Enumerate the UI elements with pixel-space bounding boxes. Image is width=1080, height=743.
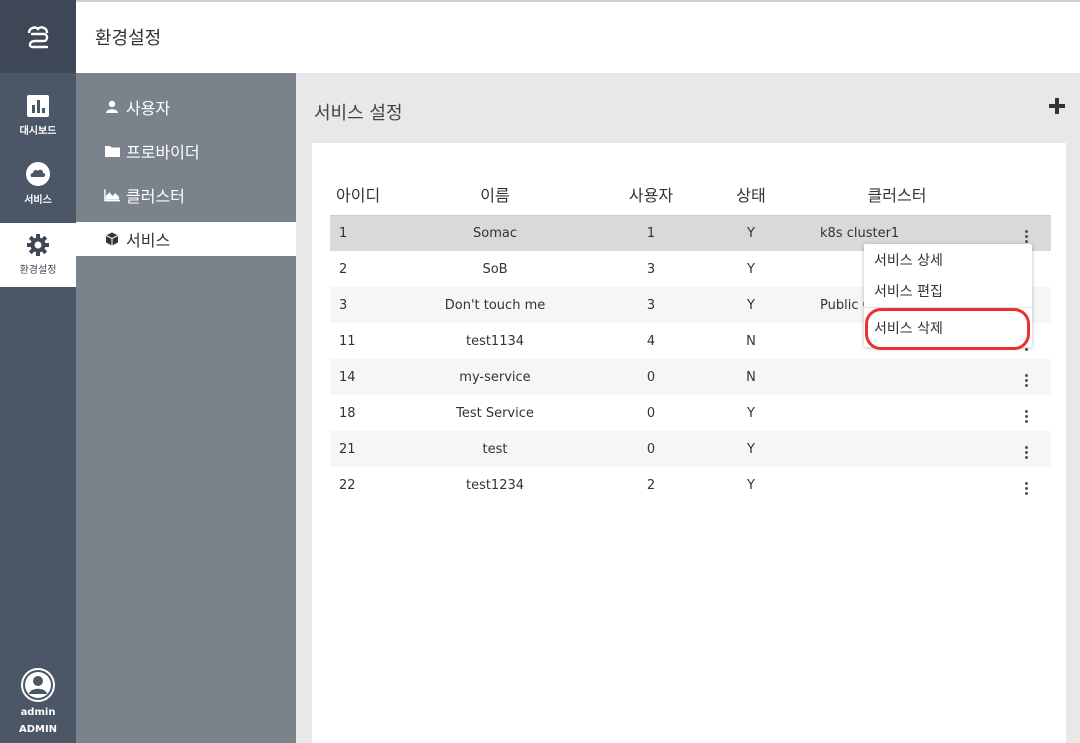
left-rail: 대시보드 서비스 환경설정 admin ADMIN [0,0,76,743]
cell-name: my-service [398,359,592,395]
cell-cluster [792,359,1002,395]
rail-item-label: 환경설정 [19,265,57,276]
column-header-id[interactable]: 아이디 [330,173,398,215]
plus-icon [1049,98,1065,114]
cell-id: 22 [339,477,356,493]
main-content: 서비스 설정 아이디 이름 사용자 상태 클러스터 1 Somac 1 Y k8… [296,73,1080,743]
rail-item-dashboard[interactable]: 대시보드 [0,84,76,148]
cell-id: 11 [339,333,356,349]
rail-item-services[interactable]: 서비스 [0,152,76,216]
kebab-icon [1021,229,1033,245]
user-role: ADMIN [18,724,58,735]
subnav-item-label: 사용자 [126,99,171,118]
cell-users: 0 [592,431,710,467]
page-header-title: 환경설정 [95,28,162,49]
cell-name: SoB [482,261,508,277]
cell-users: 4 [646,333,656,349]
subnav-item-label: 서비스 [126,231,171,250]
area-chart-icon [104,187,120,203]
cell-status: Y [747,261,755,277]
cell-users: 3 [592,287,710,323]
rail-item-settings[interactable]: 환경설정 [0,223,76,287]
table-row[interactable]: 18 Test Service 0 Y [330,395,1051,431]
cell-status: N [746,333,756,349]
app-logo[interactable] [0,0,76,73]
cell-id: 1 [330,215,398,251]
rail-item-label: 서비스 [24,195,52,206]
menu-item-service-detail[interactable]: 서비스 상세 [864,245,1032,275]
table-row[interactable]: 21 test 0 Y [330,431,1051,467]
kebab-icon [1021,444,1033,460]
column-header-name[interactable]: 이름 [398,173,592,215]
column-header-users[interactable]: 사용자 [592,173,710,215]
subnav-item-providers[interactable]: 프로바이더 [76,134,296,168]
row-context-menu: 서비스 상세 서비스 편집 서비스 삭제 [864,244,1032,347]
kebab-icon [1021,480,1033,496]
add-service-button[interactable] [1048,97,1068,117]
row-menu-button[interactable] [1002,467,1051,503]
subnav-item-label: 클러스터 [126,187,185,206]
settings-subnav: 사용자 프로바이더 클러스터 서비스 [76,73,296,743]
cloud-icon [26,162,50,186]
cell-name: test1234 [465,477,525,493]
cell-status: Y [710,215,792,251]
cell-users: 0 [592,359,710,395]
cell-id: 14 [330,359,398,395]
table-row[interactable]: 14 my-service 0 N [330,359,1051,395]
cell-cluster [792,467,1002,503]
cell-status: Y [710,287,792,323]
cell-status: Y [710,431,792,467]
bar-chart-icon [27,95,49,117]
cell-status: Y [747,405,755,421]
cell-users: 0 [646,405,656,421]
logo-icon [27,25,49,48]
menu-item-service-edit[interactable]: 서비스 편집 [864,276,1032,306]
rail-item-label: 대시보드 [19,126,57,137]
cell-id: 18 [339,405,356,421]
cell-name: test [398,431,592,467]
subnav-item-services[interactable]: 서비스 [76,222,296,256]
cell-users: 1 [592,215,710,251]
menu-item-service-delete[interactable]: 서비스 삭제 [864,313,1032,343]
cell-status: Y [747,477,755,493]
table-row[interactable]: 22 test1234 2 Y [330,467,1051,503]
cell-status: N [710,359,792,395]
column-header-cluster[interactable]: 클러스터 [792,173,1002,215]
services-card: 아이디 이름 사용자 상태 클러스터 1 Somac 1 Y k8s clust… [312,143,1066,743]
folder-icon [104,143,120,159]
menu-divider [864,307,1032,308]
user-icon [104,99,120,115]
cell-id: 2 [339,261,348,277]
subnav-item-users[interactable]: 사용자 [76,90,296,124]
page-title: 서비스 설정 [314,103,403,124]
cell-users: 2 [646,477,656,493]
table-header-row: 아이디 이름 사용자 상태 클러스터 [330,173,1051,215]
user-profile[interactable]: admin ADMIN [0,668,76,735]
cell-cluster [792,395,1002,431]
column-header-menu [1002,173,1051,215]
row-menu-button[interactable] [1002,431,1051,467]
cell-id: 3 [330,287,398,323]
kebab-icon [1021,372,1033,388]
top-header: 환경설정 [76,0,1080,73]
cell-name: test1134 [465,333,525,349]
user-name: admin [20,707,56,718]
cell-name: Don't touch me [398,287,592,323]
column-header-status[interactable]: 상태 [710,173,792,215]
cell-cluster [792,431,1002,467]
kebab-icon [1021,408,1033,424]
row-menu-button[interactable] [1002,359,1051,395]
avatar-icon [21,668,55,702]
row-menu-button[interactable] [1002,395,1051,431]
cube-icon [104,231,120,247]
subnav-item-clusters[interactable]: 클러스터 [76,178,296,212]
subnav-item-label: 프로바이더 [126,143,200,162]
cell-users: 3 [646,261,656,277]
cell-name: Somac [398,215,592,251]
cell-id: 21 [330,431,398,467]
gear-icon [27,234,49,256]
cell-name: Test Service [456,405,534,421]
